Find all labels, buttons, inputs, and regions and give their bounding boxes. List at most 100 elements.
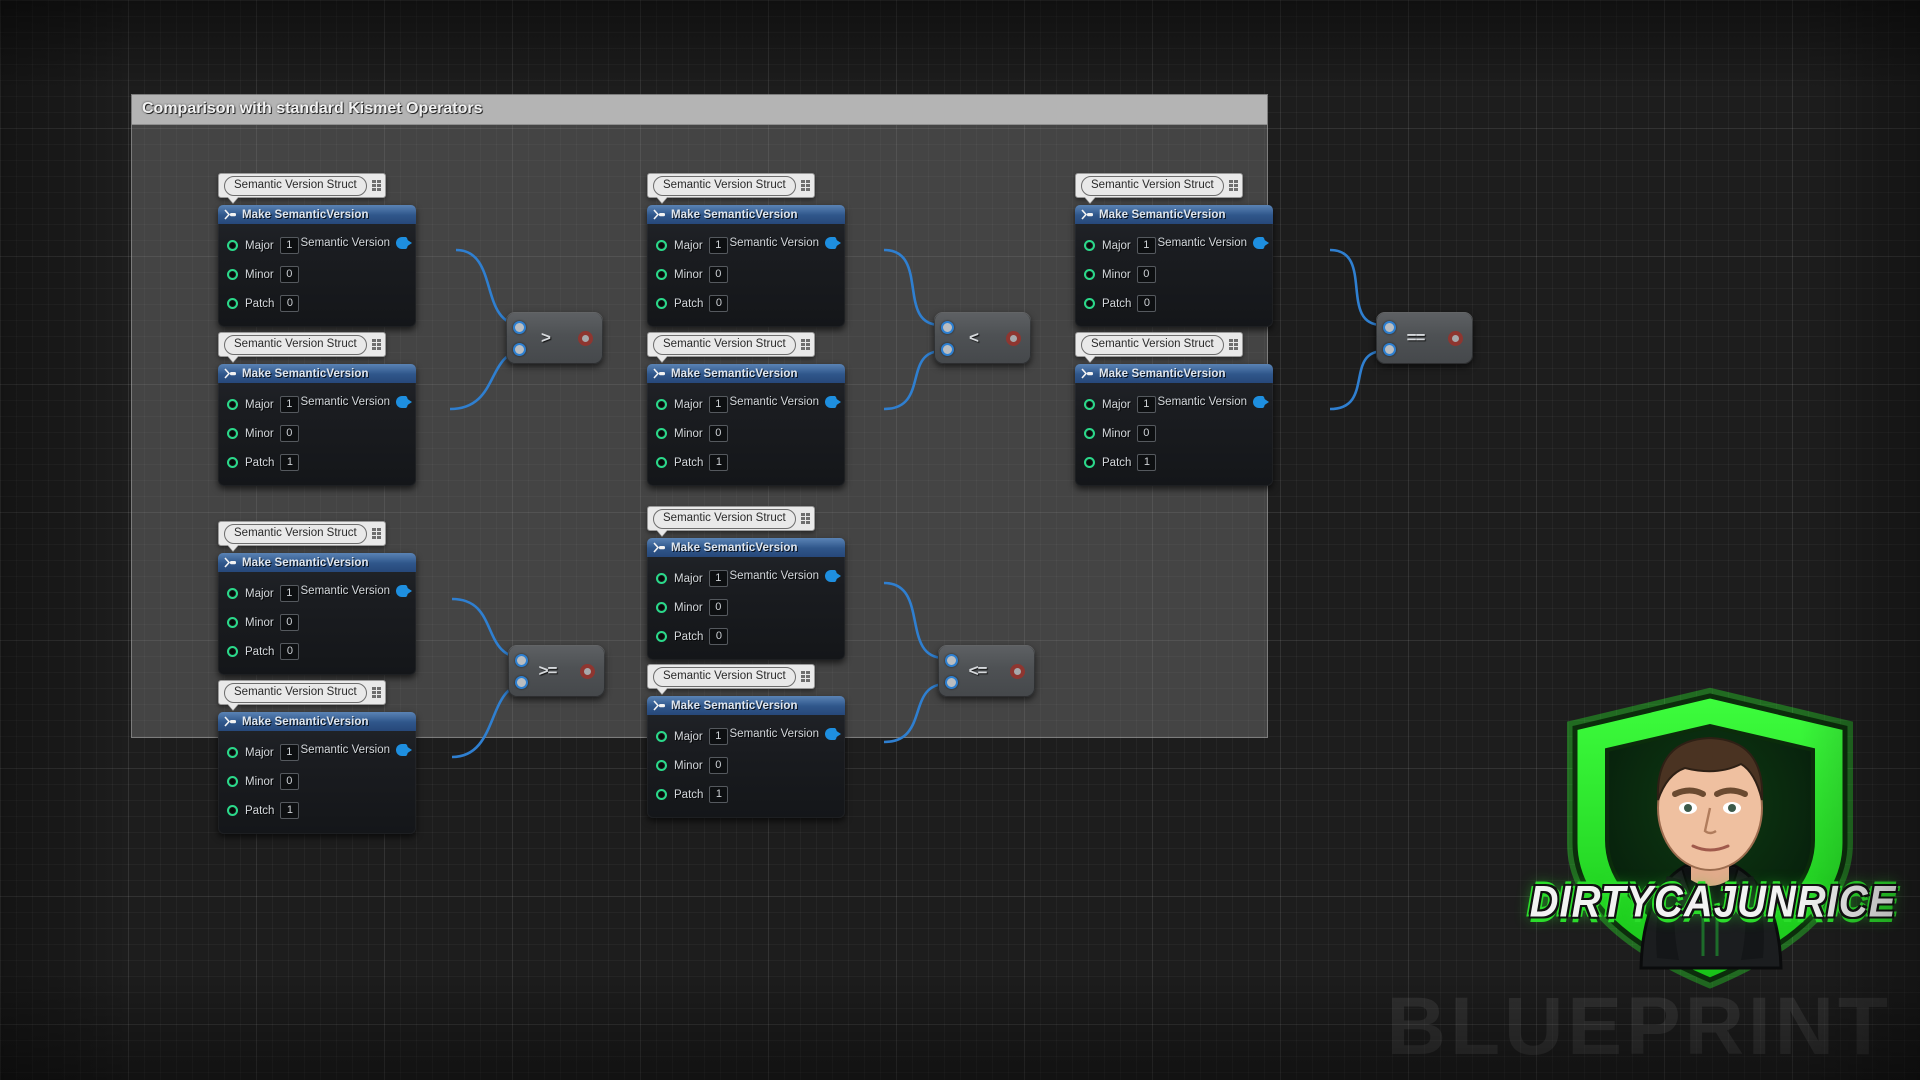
grid-dots-icon[interactable] (372, 338, 381, 351)
int-input-pin-icon[interactable] (227, 617, 238, 628)
input-pin-row[interactable]: Patch 0 (647, 289, 845, 318)
input-pin-row[interactable]: Minor 0 (1075, 419, 1273, 448)
int-input-pin-icon[interactable] (227, 646, 238, 657)
int-input-pin-icon[interactable] (656, 240, 667, 251)
input-pin-value[interactable]: 0 (709, 425, 728, 442)
node-header[interactable]: Make SemanticVersion (218, 553, 416, 572)
input-pin-row[interactable]: Patch 0 (647, 622, 845, 651)
int-input-pin-icon[interactable] (227, 269, 238, 280)
int-input-pin-icon[interactable] (656, 789, 667, 800)
int-input-pin-icon[interactable] (656, 631, 667, 642)
input-pin-row[interactable]: Minor 0 (647, 751, 845, 780)
comparison-operator-node-less-or-equal[interactable]: <= (938, 645, 1035, 697)
input-pin-value[interactable]: 1 (709, 786, 728, 803)
input-pin-row[interactable]: Patch 1 (218, 796, 416, 825)
int-input-pin-icon[interactable] (1084, 428, 1095, 439)
input-pin-value[interactable]: 0 (1137, 295, 1156, 312)
input-pin-value[interactable]: 0 (1137, 266, 1156, 283)
input-pin-row[interactable]: Patch 0 (1075, 289, 1273, 318)
input-pin-row[interactable]: Patch 0 (218, 637, 416, 666)
input-pin-row[interactable]: Major 1 (218, 231, 416, 260)
int-input-pin-icon[interactable] (656, 399, 667, 410)
input-pin-value[interactable]: 0 (709, 295, 728, 312)
int-input-pin-icon[interactable] (1084, 240, 1095, 251)
input-pin-row[interactable]: Major 1 (647, 390, 845, 419)
grid-dots-icon[interactable] (801, 338, 810, 351)
int-input-pin-icon[interactable] (1084, 457, 1095, 468)
int-input-pin-icon[interactable] (656, 731, 667, 742)
int-input-pin-icon[interactable] (227, 298, 238, 309)
make-semanticversion-node[interactable]: Make SemanticVersion Semantic Version Ma… (647, 364, 845, 486)
struct-tooltip[interactable]: Semantic Version Struct (647, 664, 815, 689)
input-pin-row[interactable]: Major 1 (218, 390, 416, 419)
struct-tooltip[interactable]: Semantic Version Struct (647, 173, 815, 198)
input-pin-value[interactable]: 1 (1137, 454, 1156, 471)
int-input-pin-icon[interactable] (656, 428, 667, 439)
make-semanticversion-node[interactable]: Make SemanticVersion Semantic Version Ma… (1075, 205, 1273, 327)
struct-tooltip[interactable]: Semantic Version Struct (1075, 332, 1243, 357)
int-input-pin-icon[interactable] (656, 602, 667, 613)
int-input-pin-icon[interactable] (227, 776, 238, 787)
input-pin-value[interactable]: 1 (1137, 237, 1156, 254)
input-pin-row[interactable]: Major 1 (1075, 231, 1273, 260)
operator-output-pin[interactable] (1448, 331, 1463, 346)
input-pin-value[interactable]: 1 (709, 454, 728, 471)
input-pin-value[interactable]: 0 (709, 599, 728, 616)
input-pin-value[interactable]: 0 (280, 643, 299, 660)
operator-output-pin[interactable] (1010, 664, 1025, 679)
input-pin-row[interactable]: Major 1 (218, 579, 416, 608)
grid-dots-icon[interactable] (372, 527, 381, 540)
struct-tooltip[interactable]: Semantic Version Struct (647, 506, 815, 531)
node-header[interactable]: Make SemanticVersion (647, 364, 845, 383)
input-pin-row[interactable]: Minor 0 (647, 593, 845, 622)
make-semanticversion-node[interactable]: Make SemanticVersion Semantic Version Ma… (1075, 364, 1273, 486)
int-input-pin-icon[interactable] (1084, 269, 1095, 280)
input-pin-value[interactable]: 0 (280, 614, 299, 631)
input-pin-row[interactable]: Minor 0 (218, 608, 416, 637)
make-semanticversion-node[interactable]: Make SemanticVersion Semantic Version Ma… (218, 205, 416, 327)
int-input-pin-icon[interactable] (227, 588, 238, 599)
int-input-pin-icon[interactable] (1084, 298, 1095, 309)
grid-dots-icon[interactable] (372, 686, 381, 699)
make-semanticversion-node[interactable]: Make SemanticVersion Semantic Version Ma… (218, 553, 416, 675)
input-pin-value[interactable]: 0 (280, 773, 299, 790)
input-pin-value[interactable]: 1 (280, 585, 299, 602)
input-pin-value[interactable]: 1 (709, 237, 728, 254)
input-pin-value[interactable]: 1 (280, 237, 299, 254)
int-input-pin-icon[interactable] (656, 573, 667, 584)
struct-tooltip[interactable]: Semantic Version Struct (218, 332, 386, 357)
input-pin-value[interactable]: 1 (1137, 396, 1156, 413)
int-input-pin-icon[interactable] (1084, 399, 1095, 410)
int-input-pin-icon[interactable] (227, 747, 238, 758)
input-pin-value[interactable]: 1 (709, 396, 728, 413)
input-pin-value[interactable]: 1 (280, 454, 299, 471)
struct-tooltip[interactable]: Semantic Version Struct (647, 332, 815, 357)
input-pin-row[interactable]: Major 1 (1075, 390, 1273, 419)
int-input-pin-icon[interactable] (227, 399, 238, 410)
int-input-pin-icon[interactable] (227, 240, 238, 251)
input-pin-value[interactable]: 1 (280, 744, 299, 761)
blueprint-graph-canvas[interactable]: BLUEPRINT Comparison with standard Kisme… (0, 0, 1920, 1080)
grid-dots-icon[interactable] (801, 179, 810, 192)
input-pin-row[interactable]: Minor 0 (647, 260, 845, 289)
int-input-pin-icon[interactable] (656, 269, 667, 280)
input-pin-value[interactable]: 0 (709, 757, 728, 774)
comparison-operator-node-greater-or-equal[interactable]: >= (508, 645, 605, 697)
node-header[interactable]: Make SemanticVersion (647, 538, 845, 557)
input-pin-value[interactable]: 1 (709, 728, 728, 745)
operator-output-pin[interactable] (578, 331, 593, 346)
input-pin-row[interactable]: Patch 0 (218, 289, 416, 318)
node-header[interactable]: Make SemanticVersion (218, 712, 416, 731)
input-pin-value[interactable]: 1 (709, 570, 728, 587)
make-semanticversion-node[interactable]: Make SemanticVersion Semantic Version Ma… (647, 538, 845, 660)
make-semanticversion-node[interactable]: Make SemanticVersion Semantic Version Ma… (218, 712, 416, 834)
input-pin-value[interactable]: 0 (709, 628, 728, 645)
node-header[interactable]: Make SemanticVersion (218, 364, 416, 383)
make-semanticversion-node[interactable]: Make SemanticVersion Semantic Version Ma… (647, 696, 845, 818)
operator-output-pin[interactable] (1006, 331, 1021, 346)
struct-tooltip[interactable]: Semantic Version Struct (218, 680, 386, 705)
node-header[interactable]: Make SemanticVersion (218, 205, 416, 224)
input-pin-row[interactable]: Patch 1 (647, 448, 845, 477)
int-input-pin-icon[interactable] (656, 760, 667, 771)
comparison-operator-node-equal[interactable]: == (1376, 312, 1473, 364)
